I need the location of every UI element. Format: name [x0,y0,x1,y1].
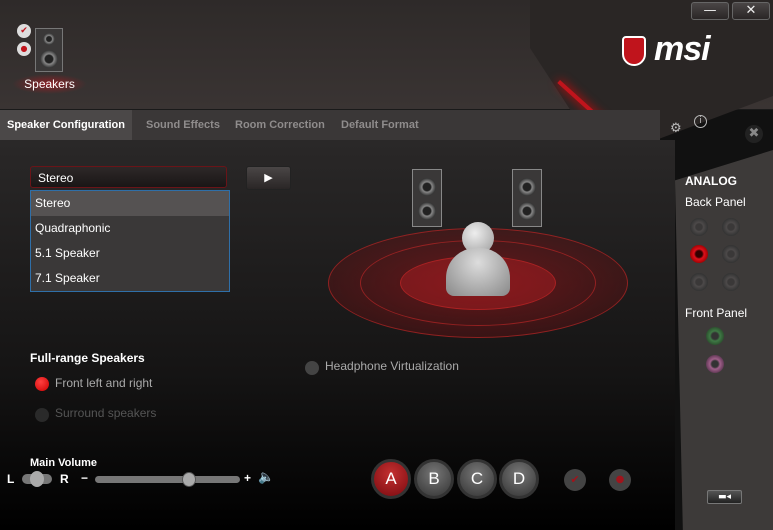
balance-slider[interactable] [22,471,52,487]
option-7-1[interactable]: 7.1 Speaker [31,266,229,291]
tab-sound-effects[interactable]: Sound Effects [139,110,227,140]
tab-default-format[interactable]: Default Format [334,110,426,140]
front-left-speaker[interactable] [412,169,442,227]
main-volume-title: Main Volume [30,457,98,469]
check-icon[interactable]: ✔ [564,469,586,491]
tab-room-correction[interactable]: Room Correction [228,110,332,140]
back-jack[interactable] [690,218,708,236]
jack-settings-icon[interactable]: ✖ [745,125,763,143]
option-quadraphonic[interactable]: Quadraphonic [31,216,229,241]
back-jack[interactable] [722,245,740,263]
speaker-volume-icon[interactable]: 🔈 [258,470,274,485]
close-button[interactable]: ✕ [732,2,770,20]
tab-bar: Speaker Configuration Sound Effects Room… [0,110,660,140]
msi-dragon-logo [622,36,646,66]
back-panel-label: Back Panel [685,195,746,209]
profile-c-button[interactable]: C [457,459,497,499]
front-jack-green[interactable] [706,327,724,345]
profile-d-button[interactable]: D [499,459,539,499]
surround-speakers-radio[interactable] [35,408,49,422]
profile-a-button[interactable]: A [371,459,411,499]
minimize-button[interactable]: — [691,2,729,20]
microphone-icon[interactable]: ● [17,42,31,56]
front-left-right-label: Front left and right [55,376,153,390]
surround-speakers-label: Surround speakers [55,406,157,420]
front-jack-pink[interactable] [706,355,724,373]
brand-logo: msi [654,30,711,68]
balance-thumb[interactable] [30,471,44,487]
listener-body-icon [446,248,510,296]
volume-minus[interactable]: − [81,471,88,485]
option-stereo[interactable]: Stereo [31,191,229,216]
back-jack[interactable] [722,273,740,291]
profile-b-button[interactable]: B [414,459,454,499]
front-panel-label: Front Panel [685,306,748,320]
connector-settings-button[interactable]: ▬◂ [707,490,742,504]
volume-slider[interactable] [95,472,240,487]
option-5-1[interactable]: 5.1 Speaker [31,241,229,266]
back-jack[interactable] [690,273,708,291]
balance-left-label: L [7,472,15,486]
info-icon[interactable]: i [694,115,707,128]
play-test-button[interactable]: ▶ [246,166,291,190]
settings-icon[interactable]: ⚙ [670,121,682,136]
tab-speaker-configuration[interactable]: Speaker Configuration [0,110,132,140]
front-left-right-radio[interactable] [35,377,49,391]
speaker-config-dropdown: Stereo Quadraphonic 5.1 Speaker 7.1 Spea… [30,190,230,292]
fullrange-title: Full-range Speakers [30,351,145,365]
front-right-speaker[interactable] [512,169,542,227]
device-label: Speakers [12,74,87,94]
headphone-virtualization-label: Headphone Virtualization [325,359,459,373]
speaker-config-select[interactable]: Stereo [30,166,227,188]
microphone-icon[interactable]: ● [609,469,631,491]
speaker-device-icon[interactable] [35,28,63,72]
volume-plus[interactable]: + [244,471,251,485]
back-jack[interactable] [722,218,740,236]
headphone-virtualization-radio[interactable] [305,361,319,375]
check-icon[interactable]: ✔ [17,24,31,38]
balance-right-label: R [60,472,69,486]
back-jack-active[interactable] [690,245,708,263]
analog-title: ANALOG [685,174,737,188]
